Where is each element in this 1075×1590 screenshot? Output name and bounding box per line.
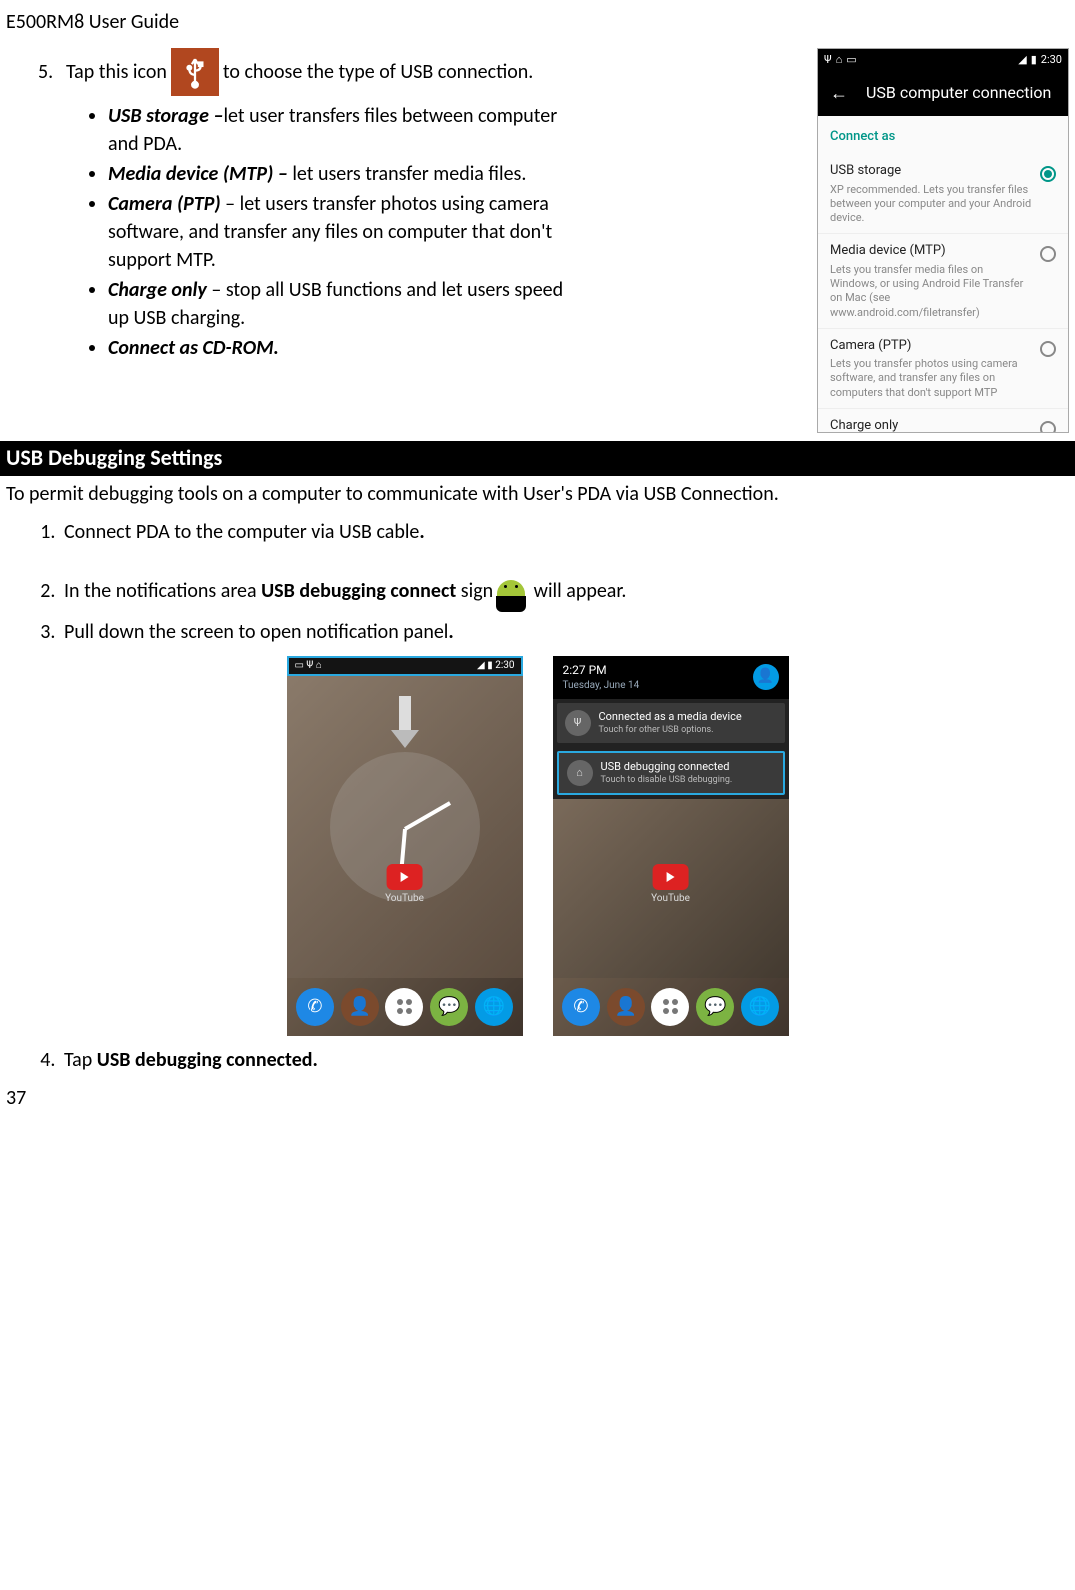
usb-icon <box>171 48 219 96</box>
radio-icon[interactable] <box>1040 421 1056 433</box>
panel-date: Tuesday, June 14 <box>563 679 640 693</box>
youtube-app-icon[interactable]: YouTube <box>651 864 690 906</box>
section-desc: To permit debugging tools on a computer … <box>0 476 1075 518</box>
bullet-label: Connect as CD-ROM. <box>108 336 279 360</box>
radio-selected-icon[interactable] <box>1040 166 1056 182</box>
apps-drawer-icon[interactable] <box>385 988 423 1026</box>
option-usb-storage[interactable]: USB storage XP recommended. Lets you tra… <box>818 154 1068 234</box>
home-wallpaper: YouTube <box>287 676 523 978</box>
option-title: Camera (PTP) <box>830 337 1032 355</box>
browser-app-icon[interactable]: 🌐 <box>741 988 779 1026</box>
step2-a: In the notifications area <box>64 579 261 603</box>
step-2: In the notifications area USB debugging … <box>60 572 1075 612</box>
sms-app-icon[interactable]: 💬 <box>696 988 734 1026</box>
sms-app-icon[interactable]: 💬 <box>430 988 468 1026</box>
option-charge-only[interactable]: Charge only Stop all USB fuctions.Lets y… <box>818 409 1068 433</box>
bullet-usb-storage: USB storage –let user transfers files be… <box>108 102 596 158</box>
bullet-label: USB storage – <box>108 104 223 128</box>
option-desc: XP recommended. Lets you transfer files … <box>830 183 1032 226</box>
bullet-label: Charge only <box>108 278 207 302</box>
notif-sub: Touch to disable USB debugging. <box>601 774 733 787</box>
option-desc: Lets you transfer media files on Windows… <box>830 263 1032 320</box>
step5-bullet-list: USB storage –let user transfers files be… <box>108 102 596 362</box>
connect-as-label: Connect as <box>818 116 1068 154</box>
phone-app-icon[interactable]: ✆ <box>296 988 334 1026</box>
back-arrow-icon[interactable]: ← <box>830 81 848 106</box>
notif-sub: Touch for other USB options. <box>599 724 742 737</box>
panel-header: 2:27 PM Tuesday, June 14 👤 <box>553 656 789 699</box>
youtube-label: YouTube <box>651 892 690 906</box>
sd-status-icon: ▭ <box>846 52 856 67</box>
step2-b: USB debugging connect <box>261 579 456 603</box>
step-4: Tap USB debugging connected. <box>60 1046 1075 1074</box>
homescreen-pulldown-shot: ▭ Ψ ⌂ ◢ ▮ 2:30 YouTube ✆ 👤 💬 🌐 <box>287 656 523 1036</box>
usb-debug-icon <box>493 572 529 612</box>
status-bar: Ψ ⌂ ▭ ◢ ▮ 2:30 <box>818 49 1068 71</box>
signal-icon: ◢ <box>1018 52 1026 67</box>
bullet-charge-only: Charge only – stop all USB functions and… <box>108 276 596 332</box>
usb-status-icon: Ψ <box>824 52 832 67</box>
youtube-app-icon[interactable]: YouTube <box>385 864 424 906</box>
notif-usb-debugging[interactable]: ⌂ USB debugging connected Touch to disab… <box>557 751 785 795</box>
section-title: USB Debugging Settings <box>0 441 1075 476</box>
panel-time: 2:27 PM <box>563 662 640 679</box>
dock: ✆ 👤 💬 🌐 <box>287 978 523 1036</box>
bullet-label: Media device (MTP) – <box>108 162 288 186</box>
notif-title: USB debugging connected <box>601 759 733 774</box>
bullet-cdrom: Connect as CD-ROM. <box>108 334 596 362</box>
step5-text-after: to choose the type of USB connection. <box>223 58 533 86</box>
option-desc: Lets you transfer photos using camera so… <box>830 357 1032 400</box>
status-bar-highlighted: ▭ Ψ ⌂ ◢ ▮ 2:30 <box>287 656 523 676</box>
step5-text-before: Tap this icon <box>66 58 167 86</box>
step5-number: 5. <box>38 58 66 86</box>
notif-media-device[interactable]: Ψ Connected as a media device Touch for … <box>557 703 785 743</box>
debug-notif-icon: ⌂ <box>567 760 593 786</box>
option-title: Media device (MTP) <box>830 242 1032 260</box>
step-3: Pull down the screen to open notificatio… <box>60 618 1075 646</box>
bullet-mtp: Media device (MTP) – let users transfer … <box>108 160 596 188</box>
screen-title: USB computer connection <box>866 82 1051 104</box>
status-time: 2:30 <box>495 660 514 671</box>
status-time: 2:30 <box>1041 52 1062 67</box>
radio-icon[interactable] <box>1040 341 1056 357</box>
page-number: 37 <box>6 1084 26 1112</box>
apps-drawer-icon[interactable] <box>651 988 689 1026</box>
battery-icon: ▮ <box>1031 52 1037 67</box>
youtube-label: YouTube <box>385 892 424 906</box>
browser-app-icon[interactable]: 🌐 <box>475 988 513 1026</box>
usb-connection-screenshot: Ψ ⌂ ▭ ◢ ▮ 2:30 ← USB computer connection… <box>817 48 1069 433</box>
option-ptp[interactable]: Camera (PTP) Lets you transfer photos us… <box>818 329 1068 409</box>
radio-icon[interactable] <box>1040 246 1056 262</box>
debug-status-icon: ⌂ <box>836 52 843 67</box>
dock: ✆ 👤 💬 🌐 <box>553 978 789 1036</box>
notification-panel-shot: 2:27 PM Tuesday, June 14 👤 Ψ Connected a… <box>553 656 789 1036</box>
notif-title: Connected as a media device <box>599 709 742 724</box>
home-wallpaper: YouTube <box>553 799 789 978</box>
step4-b: USB debugging connected. <box>97 1048 318 1072</box>
phone-app-icon[interactable]: ✆ <box>562 988 600 1026</box>
pulldown-arrow-icon <box>391 696 419 748</box>
page-header: E500RM8 User Guide <box>0 0 1075 48</box>
bullet-text: let users transfer media files. <box>288 162 527 186</box>
contacts-app-icon[interactable]: 👤 <box>607 988 645 1026</box>
option-mtp[interactable]: Media device (MTP) Lets you transfer med… <box>818 234 1068 328</box>
step2-c: sign <box>456 579 493 603</box>
step4-a: Tap <box>64 1048 97 1072</box>
usb-notif-icon: Ψ <box>565 710 591 736</box>
option-title: Charge only <box>830 417 1032 433</box>
step-1: Connect PDA to the computer via USB cabl… <box>60 518 1075 566</box>
step1-text: Connect PDA to the computer via USB cabl… <box>64 520 419 544</box>
contacts-app-icon[interactable]: 👤 <box>341 988 379 1026</box>
profile-icon[interactable]: 👤 <box>753 664 779 690</box>
screen-title-bar: ← USB computer connection <box>818 71 1068 116</box>
step3-text: Pull down the screen to open notificatio… <box>64 620 448 644</box>
bullet-label: Camera (PTP) <box>108 192 221 216</box>
bullet-ptp: Camera (PTP) – let users transfer photos… <box>108 190 596 274</box>
option-title: USB storage <box>830 162 1032 180</box>
step2-d: will appear. <box>529 579 626 603</box>
